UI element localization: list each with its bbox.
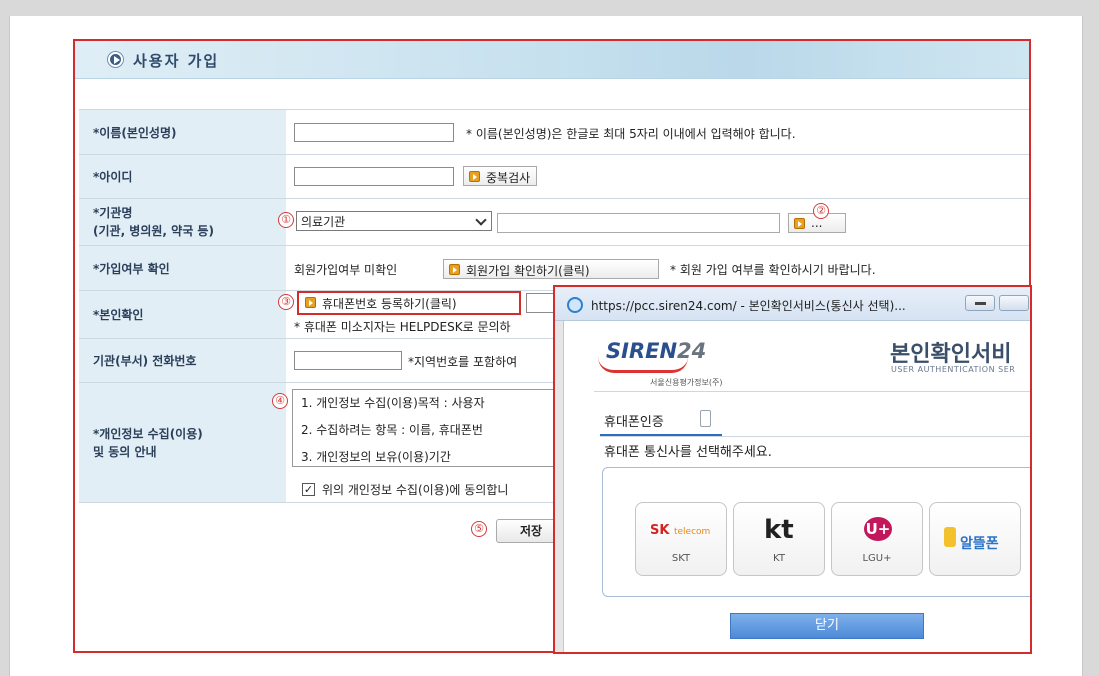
phone-register-button[interactable]: 휴대폰번호 등록하기(클릭) bbox=[300, 293, 518, 313]
row-name: *이름(본인성명) * 이름(본인성명)은 한글로 최대 5자리 이내에서 입력… bbox=[79, 109, 1029, 155]
privacy-line: 2. 수집하려는 항목 : 이름, 휴대폰번 bbox=[301, 423, 483, 437]
privacy-label-line2: 및 동의 안내 bbox=[93, 444, 157, 459]
marker-4: ④ bbox=[272, 393, 288, 409]
name-note: * 이름(본인성명)은 한글로 최대 5자리 이내에서 입력해야 합니다. bbox=[466, 127, 796, 141]
org-label-line1: *기관명 bbox=[93, 206, 133, 220]
carrier-name: KT bbox=[773, 553, 785, 564]
row-userid: *아이디 중복검사 bbox=[79, 155, 1029, 199]
duplicate-check-button[interactable]: 중복검사 bbox=[463, 166, 538, 186]
identity-label: *본인확인 bbox=[79, 291, 286, 338]
privacy-label-line1: *개인정보 수집(이용) bbox=[93, 426, 203, 441]
browser-icon bbox=[567, 297, 583, 313]
org-label-line2: (기관, 병의원, 약국 등) bbox=[93, 224, 214, 238]
join-check-label: *가입여부 확인 bbox=[79, 246, 286, 290]
service-subtitle: USER AUTHENTICATION SER bbox=[891, 365, 1016, 374]
privacy-line: 3. 개인정보의 보유(이용)기간 bbox=[301, 450, 451, 464]
org-label: *기관명 (기관, 병의원, 약국 등) bbox=[79, 199, 286, 245]
identity-note: * 휴대폰 미소지자는 HELPDESK로 문의하 bbox=[294, 320, 511, 334]
divider bbox=[600, 436, 1030, 437]
carrier-skt-button[interactable]: SK telecom SKT bbox=[635, 502, 727, 576]
identity-popup-window: https://pcc.siren24.com/ - 본인확인서비스(통신사 선… bbox=[553, 285, 1032, 654]
arrow-button-icon bbox=[305, 297, 316, 308]
siren24-logo-swoosh bbox=[598, 357, 688, 373]
mobile-phone-icon bbox=[700, 410, 711, 427]
phone-note: *지역번호를 포함하여 bbox=[408, 355, 518, 369]
carrier-kt-button[interactable]: kt KT bbox=[733, 502, 825, 576]
row-org: *기관명 (기관, 병의원, 약국 등) ① 의료기관 ... ② bbox=[79, 199, 1029, 246]
siren24-company: 서울신용평가정보(주) bbox=[650, 378, 723, 387]
userid-label: *아이디 bbox=[79, 155, 286, 198]
popup-content: SIREN24 서울신용평가정보(주) 본인확인서비 USER AUTHENTI… bbox=[563, 321, 1030, 652]
join-check-button[interactable]: 회원가입 확인하기(클릭) bbox=[443, 259, 659, 279]
arrow-button-icon bbox=[794, 218, 805, 229]
privacy-agree-checkbox[interactable]: ✓ bbox=[302, 483, 315, 496]
skt-logo: SK telecom bbox=[650, 523, 711, 538]
marker-1: ① bbox=[278, 212, 294, 228]
privacy-agree-label: 위의 개인정보 수집(이용)에 동의합니 bbox=[322, 483, 509, 497]
carrier-list: SK telecom SKT kt KT U+ LGU+ 알뜰폰 bbox=[602, 467, 1030, 597]
marker-2: ② bbox=[813, 203, 829, 219]
privacy-terms-textarea[interactable]: 1. 개인정보 수집(이용)목적 : 사용자 2. 수집하려는 항목 : 이름,… bbox=[292, 389, 592, 467]
org-name-input[interactable] bbox=[497, 213, 780, 233]
name-input[interactable] bbox=[294, 123, 454, 142]
kt-logo: kt bbox=[764, 515, 794, 545]
mvno-logo: 알뜰폰 bbox=[960, 536, 999, 552]
org-type-select[interactable]: 의료기관 bbox=[296, 211, 492, 231]
minimize-icon bbox=[975, 302, 986, 305]
divider bbox=[594, 391, 1030, 392]
join-check-note: * 회원 가입 여부를 확인하시기 바랍니다. bbox=[670, 263, 876, 277]
userid-input[interactable] bbox=[294, 167, 454, 186]
phone-label: 기관(부서) 전화번호 bbox=[79, 339, 286, 382]
popup-close-button[interactable]: 닫기 bbox=[730, 613, 924, 639]
arrow-button-icon bbox=[449, 264, 460, 275]
tab-phone-auth[interactable]: 휴대폰인증 bbox=[604, 411, 664, 430]
mvno-mark-icon bbox=[944, 527, 956, 547]
chevron-down-icon bbox=[475, 214, 487, 226]
privacy-line: 1. 개인정보 수집(이용)목적 : 사용자 bbox=[301, 396, 485, 410]
popup-title-bar: https://pcc.siren24.com/ - 본인확인서비스(통신사 선… bbox=[555, 287, 1030, 321]
privacy-label: *개인정보 수집(이용) 및 동의 안내 bbox=[79, 383, 286, 502]
arrow-bullet-icon bbox=[108, 52, 123, 67]
title-bar: 사용자 가입 bbox=[75, 41, 1029, 79]
lgu-logo: U+ bbox=[864, 517, 892, 541]
carrier-mvno-button[interactable]: 알뜰폰 bbox=[929, 502, 1021, 576]
marker-5: ⑤ bbox=[471, 521, 487, 537]
popup-title: https://pcc.siren24.com/ - 본인확인서비스(통신사 선… bbox=[591, 299, 906, 313]
minimize-button[interactable] bbox=[965, 295, 995, 311]
name-label: *이름(본인성명) bbox=[79, 110, 286, 154]
carrier-name: SKT bbox=[671, 553, 691, 564]
service-title: 본인확인서비 bbox=[890, 342, 1012, 367]
phone-input[interactable] bbox=[294, 351, 402, 370]
arrow-button-icon bbox=[469, 171, 480, 182]
carrier-lgu-button[interactable]: U+ LGU+ bbox=[831, 502, 923, 576]
marker-3: ③ bbox=[278, 294, 294, 310]
carrier-name: LGU+ bbox=[862, 553, 892, 564]
maximize-button[interactable] bbox=[999, 295, 1029, 311]
join-status-text: 회원가입여부 미확인 bbox=[294, 263, 398, 277]
carrier-instruction: 휴대폰 통신사를 선택해주세요. bbox=[604, 445, 772, 460]
page-title: 사용자 가입 bbox=[133, 52, 220, 70]
popup-scrollbar[interactable] bbox=[555, 321, 563, 652]
